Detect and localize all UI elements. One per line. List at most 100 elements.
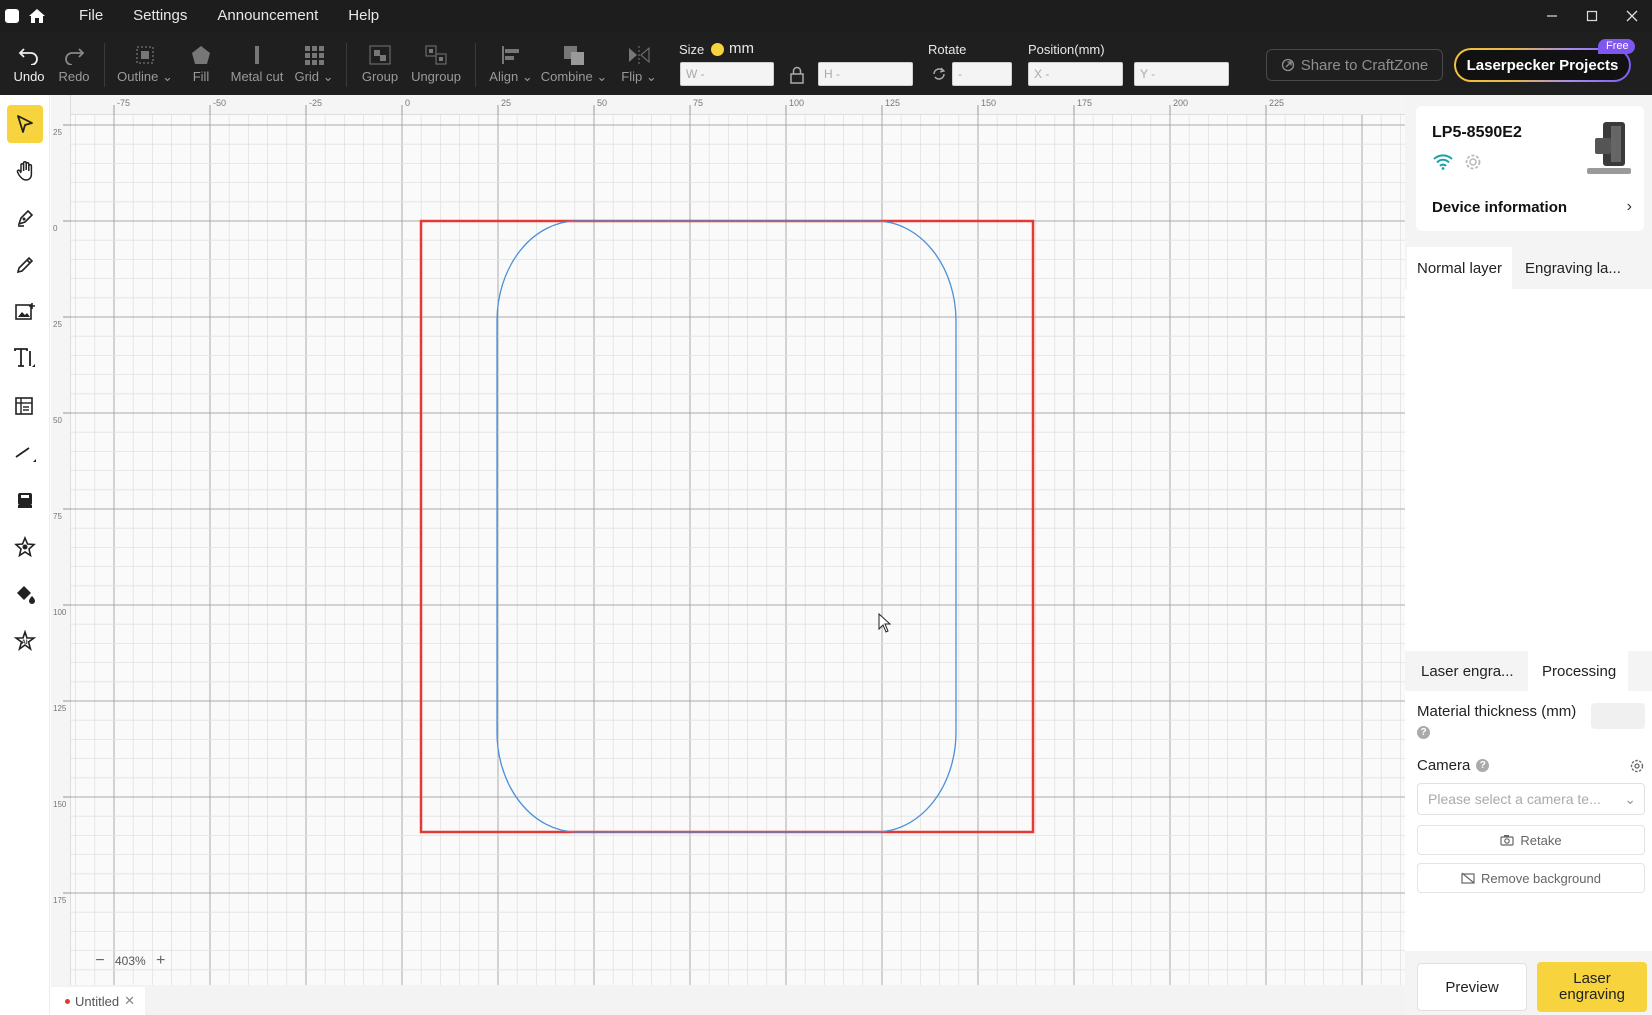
undo-button[interactable]: Undo [6,42,52,84]
camera-settings-icon[interactable] [1630,759,1644,778]
grid-icon [303,42,325,68]
ungroup-button[interactable]: Ungroup [410,42,462,84]
unit-toggle-icon[interactable] [711,43,724,56]
fill-icon [190,42,212,68]
window-controls [1532,0,1652,31]
size-label: Size [679,42,705,57]
line-tool-icon[interactable] [7,434,43,472]
width-input[interactable]: W - [680,62,774,86]
shape-tool-icon[interactable] [7,528,43,566]
outline-label: Outline ⌄ [117,69,173,84]
pen-tool-icon[interactable] [7,199,43,237]
share-craftzone-button[interactable]: Share to CraftZone [1266,49,1443,81]
table-tool-icon[interactable] [7,387,43,425]
fill-button[interactable]: Fill [178,42,224,84]
menu-help[interactable]: Help [348,7,379,24]
group-label: Group [361,69,399,84]
toolbar-divider [104,43,105,87]
fill-tool-icon[interactable] [7,575,43,613]
share-icon [1281,58,1294,72]
height-input[interactable]: H - [818,62,913,86]
combine-label: Combine ⌄ [540,69,608,84]
zoom-in-icon[interactable]: + [152,952,170,970]
zoom-out-icon[interactable]: − [91,952,109,970]
rotate-icon [931,66,947,85]
camera-template-select[interactable]: Please select a camera te... ⌄ [1417,783,1645,815]
unit-label[interactable]: mm [729,40,754,57]
tab-engraving-layer[interactable]: Engraving la... [1515,247,1631,289]
y-input[interactable]: Y - [1134,62,1229,86]
metal-cut-icon [252,42,262,68]
undo-icon [18,42,40,68]
lock-ratio-icon[interactable] [789,66,805,87]
tab-normal-layer[interactable]: Normal layer [1407,247,1513,289]
material-thickness-input[interactable] [1591,703,1645,729]
x-input[interactable]: X - [1028,62,1123,86]
design-canvas[interactable]: -75 -50 -25 0 25 50 75 100 125 150 175 200 225 25 0 25… [51,95,1405,985]
stamp-tool-icon[interactable] [7,481,43,519]
metal-cut-button[interactable]: Metal cut [228,42,286,84]
camera-help-icon[interactable]: ? [1476,759,1490,772]
ungroup-icon [424,42,448,68]
toolbar-divider [346,43,347,87]
maximize-icon[interactable] [1572,0,1612,31]
selection-frame[interactable] [419,219,1035,834]
metal-cut-label: Metal cut [230,69,284,84]
fill-label: Fill [192,69,210,84]
chevron-down-icon: ⌄ [1624,791,1636,807]
outline-button[interactable]: Outline ⌄ [117,42,173,85]
grid-button[interactable]: Grid ⌄ [291,42,337,85]
menu-settings[interactable]: Settings [133,7,187,24]
laser-engraving-button[interactable]: Laser engraving [1537,962,1647,1012]
help-icon[interactable]: ? [1417,726,1430,739]
rotate-label: Rotate [928,42,967,57]
device-card: LP5-8590E2 Device information › [1416,106,1644,231]
image-tool-icon[interactable] [7,293,43,331]
tab-laser-engraving[interactable]: Laser engra... [1407,651,1526,691]
document-tab-label: Untitled [75,993,120,1009]
group-button[interactable]: Group [357,42,403,84]
preview-button[interactable]: Preview [1417,963,1527,1011]
redo-icon [63,42,85,68]
device-image-icon [1581,116,1636,185]
design-layer [419,219,1035,834]
align-icon [500,42,522,68]
close-tab-icon[interactable]: ✕ [124,993,135,1009]
redo-label: Redo [58,69,90,84]
hand-tool-icon[interactable] [7,152,43,190]
flip-icon [627,42,651,68]
mouse-cursor-icon [878,612,892,633]
align-button[interactable]: Align ⌄ [486,42,536,85]
pencil-tool-icon[interactable] [7,246,43,284]
menu-announcement[interactable]: Announcement [217,7,318,24]
undo-label: Undo [13,69,45,84]
ungroup-label: Ungroup [411,69,461,84]
flip-button[interactable]: Flip ⌄ [616,42,662,85]
retake-button[interactable]: Retake [1417,825,1645,855]
minimize-icon[interactable] [1532,0,1572,31]
combine-icon [562,42,586,68]
tab-processing[interactable]: Processing [1528,651,1629,691]
camera-icon [1500,835,1514,846]
ai-tool-icon[interactable]: AI [7,622,43,660]
chevron-right-icon[interactable]: › [1627,198,1632,216]
rounded-rectangle-shape[interactable] [496,220,957,833]
device-settings-icon[interactable] [1463,152,1483,177]
combine-button[interactable]: Combine ⌄ [541,42,607,85]
text-tool-icon[interactable] [7,340,43,378]
rotate-input[interactable]: - [952,62,1012,86]
redo-button[interactable]: Redo [51,42,97,84]
processing-tabs: Laser engra... Processing [1405,651,1652,691]
wifi-icon [1432,152,1454,175]
select-tool-icon[interactable] [7,105,43,143]
close-icon[interactable] [1612,0,1652,31]
document-tab[interactable]: Untitled ✕ [51,987,145,1015]
home-icon[interactable] [27,7,47,25]
menu-file[interactable]: File [79,7,103,24]
device-information-link[interactable]: Device information [1432,199,1567,216]
zoom-control: − 403% + [91,952,170,970]
toolbar-divider [475,43,476,87]
remove-background-button[interactable]: Remove background [1417,863,1645,893]
zoom-level: 403% [115,954,146,968]
free-badge: Free [1598,39,1635,54]
